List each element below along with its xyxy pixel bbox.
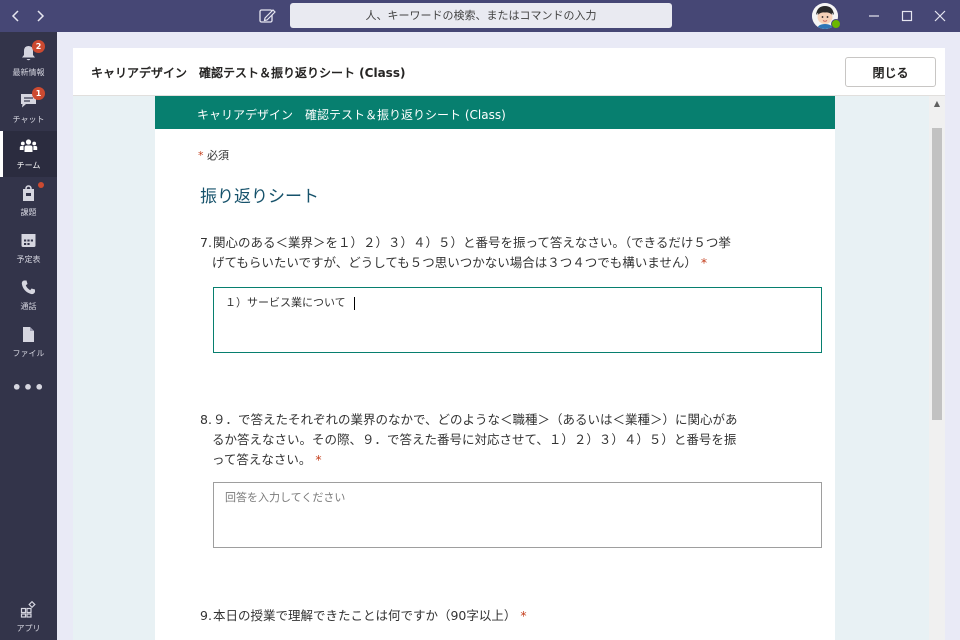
assignments-icon <box>19 184 38 203</box>
question-8: 8.９．で答えたそれぞれの業界のなかで、どのような＜職種＞（あるいは＜業種＞）に… <box>200 410 820 470</box>
rail-item-label: 予定表 <box>16 255 41 264</box>
required-star: * <box>700 255 708 270</box>
section-title: 振り返りシート <box>200 187 319 207</box>
search-box[interactable] <box>290 3 672 28</box>
required-label: 必須 <box>207 149 229 162</box>
rail-item-calls[interactable]: 通話 <box>0 272 57 318</box>
scrollbar[interactable]: ▲ <box>929 96 945 640</box>
text-caret <box>354 297 355 310</box>
required-note: * 必須 <box>198 147 229 163</box>
rail-item-label: チャット <box>12 115 45 124</box>
activity-badge: 2 <box>32 40 45 53</box>
rail-item-label: 課題 <box>20 208 37 217</box>
more-apps-button[interactable]: ••• <box>0 378 57 397</box>
rail-item-label: 最新情報 <box>12 68 45 77</box>
dialog-title: キャリアデザイン 確認テスト＆振り返りシート (Class) <box>91 66 406 80</box>
answer-box-8[interactable] <box>213 482 822 548</box>
answer-input[interactable] <box>214 288 821 352</box>
rail-item-activity[interactable]: 2 最新情報 <box>0 38 57 84</box>
rail-item-calendar[interactable]: 予定表 <box>0 225 57 271</box>
form-viewport: キャリアデザイン 確認テスト＆振り返りシート (Class) * 必須 振り返り… <box>73 96 945 640</box>
search-input[interactable] <box>290 3 672 28</box>
phone-icon <box>19 278 38 297</box>
maximize-icon[interactable] <box>895 4 919 28</box>
minimize-icon[interactable] <box>862 4 886 28</box>
rail-item-files[interactable]: ファイル <box>0 319 57 365</box>
teams-icon <box>19 137 38 156</box>
question-number: 7. <box>200 235 212 250</box>
answer-input[interactable] <box>214 483 821 547</box>
required-star: * <box>315 452 322 467</box>
right-gutter <box>945 32 960 640</box>
question-text: ９．で答えたそれぞれの業界のなかで、どのような＜職種＞（あるいは＜業種＞）に関心… <box>212 412 738 427</box>
rail-item-label: 通話 <box>20 302 37 311</box>
required-star: * <box>198 149 204 162</box>
scroll-up-arrow-icon[interactable]: ▲ <box>929 96 945 112</box>
rail-item-teams[interactable]: チーム <box>0 131 57 177</box>
close-icon[interactable] <box>928 4 952 28</box>
rail-item-assignments[interactable]: 課題 <box>0 178 57 224</box>
question-text: 関心のある＜業界＞を１）２）３）４）５）と番号を振って答えなさい。（できるだけ５… <box>212 235 731 250</box>
chat-badge: 1 <box>32 87 45 100</box>
form-title: キャリアデザイン 確認テスト＆振り返りシート (Class) <box>197 108 506 122</box>
rail-item-label: アプリ <box>16 624 41 633</box>
question-text: るか答えなさい。その際、９．で答えた番号に対応させて、１）２）３）４）５）と番号… <box>212 432 737 447</box>
rail-item-label: チーム <box>16 161 41 170</box>
question-number: 9. <box>200 608 212 623</box>
question-text: 本日の授業で理解できたことは何ですか（90字以上） <box>212 608 517 623</box>
question-number: 8. <box>200 412 212 427</box>
chevron-right-icon[interactable] <box>28 4 52 28</box>
scroll-thumb[interactable] <box>932 128 942 420</box>
file-icon <box>19 325 38 344</box>
rail-item-chat[interactable]: 1 チャット <box>0 85 57 131</box>
answer-box-7[interactable] <box>213 287 822 353</box>
chevron-left-icon[interactable] <box>4 4 28 28</box>
presence-available-icon <box>831 19 841 29</box>
form-banner: キャリアデザイン 確認テスト＆振り返りシート (Class) <box>155 96 835 129</box>
question-7: 7.関心のある＜業界＞を１）２）３）４）５）と番号を振って答えなさい。（できるだ… <box>200 233 820 273</box>
assignments-dot-badge <box>38 182 44 188</box>
title-bar <box>0 0 960 32</box>
compose-icon[interactable] <box>256 5 278 27</box>
rail-item-apps[interactable]: アプリ <box>0 594 57 640</box>
rail-item-label: ファイル <box>12 349 45 358</box>
question-text: って答えなさい。 <box>212 452 312 467</box>
app-rail: 2 最新情報 1 チャット チーム 課題 予定表 通話 ファイル ••• アプリ <box>0 32 57 640</box>
question-text: げてもらいたいですが、どうしても５つ思いつかない場合は３つ４つでも構いません） <box>212 255 697 270</box>
question-9: 9.本日の授業で理解できたことは何ですか（90字以上） * <box>200 606 820 626</box>
dialog-header: キャリアデザイン 確認テスト＆振り返りシート (Class) 閉じる <box>73 48 945 96</box>
apps-icon <box>19 600 38 619</box>
required-star: * <box>520 608 527 623</box>
calendar-icon <box>19 231 38 250</box>
form-card: キャリアデザイン 確認テスト＆振り返りシート (Class) * 必須 振り返り… <box>155 96 835 640</box>
close-button[interactable]: 閉じる <box>845 57 936 87</box>
